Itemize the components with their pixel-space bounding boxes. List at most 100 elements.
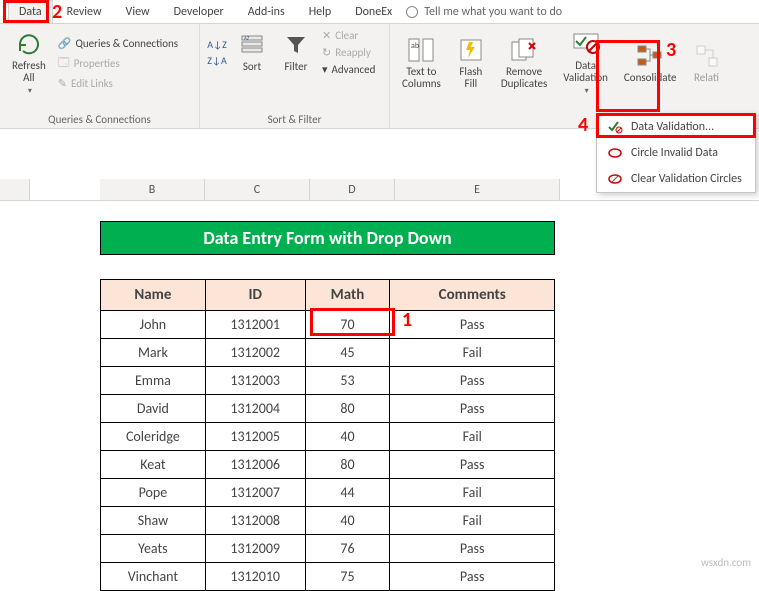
cell-com[interactable]: Fail bbox=[390, 479, 555, 507]
tab-help[interactable]: Help bbox=[299, 1, 342, 23]
cell-math[interactable]: 45 bbox=[305, 339, 390, 367]
cell-com[interactable]: Fail bbox=[390, 423, 555, 451]
table-row[interactable]: Pope131200744Fail bbox=[101, 479, 555, 507]
table-row[interactable]: Vinchant131201075Pass bbox=[101, 563, 555, 591]
tell-me-search[interactable]: Tell me what you want to do bbox=[406, 5, 562, 19]
cell-id[interactable]: 1312010 bbox=[205, 563, 305, 591]
cell-name[interactable]: John bbox=[101, 311, 206, 339]
cell-math[interactable]: 70 bbox=[305, 311, 390, 339]
table-row[interactable]: John131200170Pass bbox=[101, 311, 555, 339]
select-all-corner[interactable] bbox=[0, 179, 30, 200]
text-to-columns-button[interactable]: ab Text to Columns bbox=[396, 34, 447, 92]
table-row[interactable]: Emma131200353Pass bbox=[101, 367, 555, 395]
circle-invalid-icon bbox=[607, 145, 623, 161]
menu-clear-circles[interactable]: Clear Validation Circles bbox=[597, 166, 755, 192]
cell-name[interactable]: Yeats bbox=[101, 535, 206, 563]
group-label-sortfilter: Sort & Filter bbox=[206, 111, 383, 126]
sheet-title: Data Entry Form with Drop Down bbox=[100, 221, 555, 255]
cell-id[interactable]: 1312001 bbox=[205, 311, 305, 339]
cell-com[interactable]: Pass bbox=[390, 395, 555, 423]
flash-fill-button[interactable]: Flash Fill bbox=[451, 34, 491, 92]
tab-addins[interactable]: Add-ins bbox=[238, 1, 295, 23]
refresh-all-button[interactable]: Refresh All bbox=[6, 28, 52, 98]
clear-label: Clear bbox=[335, 29, 358, 42]
sort-az-button[interactable]: A↓Z Z↓A bbox=[206, 38, 228, 68]
cell-id[interactable]: 1312009 bbox=[205, 535, 305, 563]
cell-id[interactable]: 1312002 bbox=[205, 339, 305, 367]
cell-name[interactable]: Emma bbox=[101, 367, 206, 395]
cell-com[interactable]: Pass bbox=[390, 367, 555, 395]
table-row[interactable]: David131200480Pass bbox=[101, 395, 555, 423]
cell-id[interactable]: 1312006 bbox=[205, 451, 305, 479]
cell-com[interactable]: Pass bbox=[390, 535, 555, 563]
cell-math[interactable]: 40 bbox=[305, 423, 390, 451]
filter-button[interactable]: Filter bbox=[276, 29, 316, 75]
cell-id[interactable]: 1312005 bbox=[205, 423, 305, 451]
table-row[interactable]: Mark131200245Fail bbox=[101, 339, 555, 367]
cell-name[interactable]: Coleridge bbox=[101, 423, 206, 451]
link-icon: 🔗 bbox=[58, 37, 72, 50]
tab-doneex[interactable]: DoneEx bbox=[345, 1, 402, 23]
advanced-filter-button[interactable]: ▾ Advanced bbox=[320, 62, 377, 77]
col-header-c[interactable]: C bbox=[205, 179, 310, 200]
filter-icon bbox=[282, 31, 310, 59]
flash-fill-icon bbox=[457, 36, 485, 64]
text-to-columns-icon: ab bbox=[407, 36, 435, 64]
queries-connections-button[interactable]: 🔗 Queries & Connections bbox=[56, 36, 180, 51]
cell-com[interactable]: Pass bbox=[390, 451, 555, 479]
cell-com[interactable]: Pass bbox=[390, 311, 555, 339]
cell-com[interactable]: Fail bbox=[390, 339, 555, 367]
table-row[interactable]: Keat131200680Pass bbox=[101, 451, 555, 479]
clear-filter-button: ✕Clear bbox=[320, 28, 377, 43]
properties-label: Properties bbox=[74, 57, 120, 70]
worksheet[interactable]: Data Entry Form with Drop Down Name ID M… bbox=[0, 201, 759, 591]
cell-com[interactable]: Pass bbox=[390, 563, 555, 591]
table-row[interactable]: Coleridge131200540Fail bbox=[101, 423, 555, 451]
annotation-num-2: 2 bbox=[52, 0, 62, 24]
menu-dv-label: Data Validation... bbox=[631, 120, 714, 134]
cell-math[interactable]: 76 bbox=[305, 535, 390, 563]
data-validation-button[interactable]: Data Validation bbox=[557, 28, 614, 98]
cell-com[interactable]: Fail bbox=[390, 507, 555, 535]
cell-math[interactable]: 80 bbox=[305, 451, 390, 479]
remove-duplicates-button[interactable]: Remove Duplicates bbox=[495, 34, 553, 92]
cell-math[interactable]: 75 bbox=[305, 563, 390, 591]
tab-developer[interactable]: Developer bbox=[164, 1, 234, 23]
dv-menu-icon bbox=[607, 119, 623, 135]
cell-math[interactable]: 53 bbox=[305, 367, 390, 395]
table-row[interactable]: Yeats131200976Pass bbox=[101, 535, 555, 563]
data-validation-icon bbox=[572, 30, 600, 58]
reapply-icon: ↻ bbox=[322, 46, 331, 59]
cell-name[interactable]: Keat bbox=[101, 451, 206, 479]
cell-name[interactable]: Vinchant bbox=[101, 563, 206, 591]
advanced-label: Advanced bbox=[332, 63, 376, 76]
cell-math[interactable]: 44 bbox=[305, 479, 390, 507]
cell-math[interactable]: 40 bbox=[305, 507, 390, 535]
cell-name[interactable]: Pope bbox=[101, 479, 206, 507]
reapply-label: Reapply bbox=[335, 46, 371, 59]
tab-review[interactable]: Review bbox=[57, 1, 112, 23]
cell-id[interactable]: 1312008 bbox=[205, 507, 305, 535]
rel-label: Relati bbox=[694, 72, 719, 84]
properties-button: 🗔 Properties bbox=[56, 53, 180, 74]
ff-label: Flash Fill bbox=[459, 66, 482, 90]
sort-az-icon: A↓Z bbox=[208, 38, 226, 52]
menu-circle-invalid[interactable]: Circle Invalid Data bbox=[597, 140, 755, 166]
col-header-d[interactable]: D bbox=[310, 179, 395, 200]
col-header-b[interactable]: B bbox=[100, 179, 205, 200]
sort-button[interactable]: AZ Sort bbox=[232, 29, 272, 75]
col-header-e[interactable]: E bbox=[395, 179, 560, 200]
cell-id[interactable]: 1312003 bbox=[205, 367, 305, 395]
menu-data-validation[interactable]: Data Validation... bbox=[597, 114, 755, 140]
tab-view[interactable]: View bbox=[116, 1, 160, 23]
cell-id[interactable]: 1312007 bbox=[205, 479, 305, 507]
cell-math[interactable]: 80 bbox=[305, 395, 390, 423]
table-row[interactable]: Shaw131200840Fail bbox=[101, 507, 555, 535]
cell-name[interactable]: Shaw bbox=[101, 507, 206, 535]
cell-name[interactable]: Mark bbox=[101, 339, 206, 367]
cell-id[interactable]: 1312004 bbox=[205, 395, 305, 423]
advanced-icon: ▾ bbox=[322, 63, 328, 76]
tab-data[interactable]: Data bbox=[8, 0, 53, 23]
cell-name[interactable]: David bbox=[101, 395, 206, 423]
menu-ci-label: Circle Invalid Data bbox=[631, 146, 718, 160]
